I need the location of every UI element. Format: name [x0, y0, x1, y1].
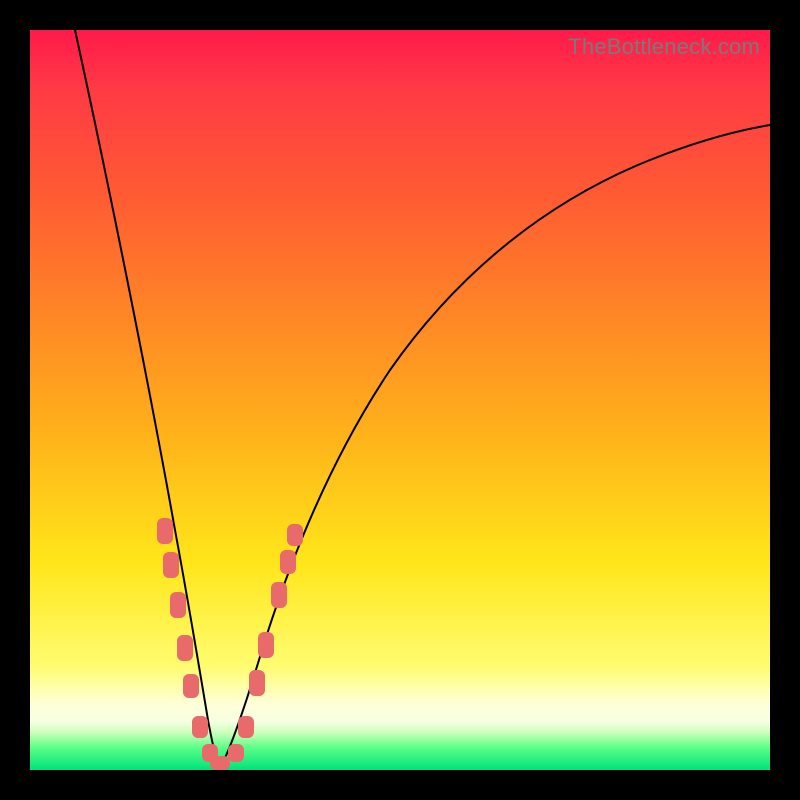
marker-point [238, 716, 254, 738]
marker-point [228, 744, 244, 762]
marker-point [177, 635, 193, 661]
marker-point [192, 716, 208, 738]
chart-frame: TheBottleneck.com [0, 0, 800, 800]
marker-point [183, 674, 199, 698]
marker-point [170, 592, 186, 618]
curve-left-branch [75, 30, 220, 768]
curve-right-branch [220, 125, 770, 768]
chart-svg [30, 30, 770, 770]
marker-point [210, 756, 230, 770]
marker-point [157, 518, 173, 544]
marker-point [163, 552, 179, 578]
marker-point [249, 670, 265, 696]
marker-point [280, 550, 296, 574]
marker-point [258, 632, 274, 658]
marker-point [287, 524, 303, 546]
marker-point [271, 582, 287, 608]
plot-area: TheBottleneck.com [30, 30, 770, 770]
